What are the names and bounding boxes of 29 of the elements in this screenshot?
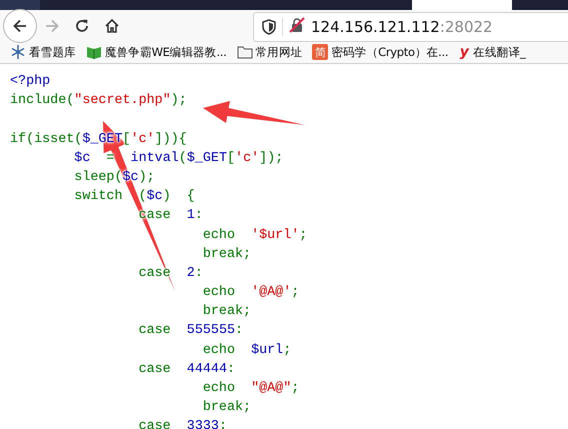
bookmark[interactable]: 看雪题库	[10, 44, 76, 60]
folder-icon	[236, 44, 253, 60]
address-bar[interactable]: 124.156.121.112:28022	[253, 12, 568, 42]
code-line: echo '@A@';	[202, 284, 300, 302]
bookmark[interactable]: y 在线翻译_	[458, 44, 526, 60]
home-icon	[104, 18, 120, 34]
site-badge-icon: 简	[312, 44, 328, 60]
code-line: break;	[202, 303, 252, 322]
code-line: echo "@A@";	[202, 380, 300, 398]
code-line: include("secret.php");	[10, 92, 187, 110]
shield-icon	[262, 18, 276, 34]
code-line: $c = intval($_GET['c']);	[73, 150, 284, 168]
bookmark[interactable]: 简 密码学（Crypto）在...	[312, 44, 448, 60]
code-line: break;	[202, 246, 252, 264]
code-line: echo $url;	[202, 342, 292, 360]
bookmark[interactable]: 常用网址	[236, 44, 302, 60]
code-line: switch ($c) {	[73, 188, 195, 206]
code-line: break;	[202, 399, 252, 418]
code-line: echo '$url';	[202, 226, 308, 244]
code-line: case 555555:	[138, 322, 244, 340]
reload-icon	[74, 18, 90, 34]
code-line: case 44444:	[138, 360, 236, 379]
bookmark[interactable]: 魔兽争霸WE编辑器教...	[86, 44, 227, 60]
url-text: 124.156.121.112:28022	[311, 18, 493, 36]
book-icon	[86, 44, 102, 60]
site-logo-icon: y	[458, 44, 470, 60]
back-button[interactable]	[3, 8, 37, 42]
snowflake-icon	[10, 44, 26, 60]
code-line: <?php	[10, 73, 50, 91]
